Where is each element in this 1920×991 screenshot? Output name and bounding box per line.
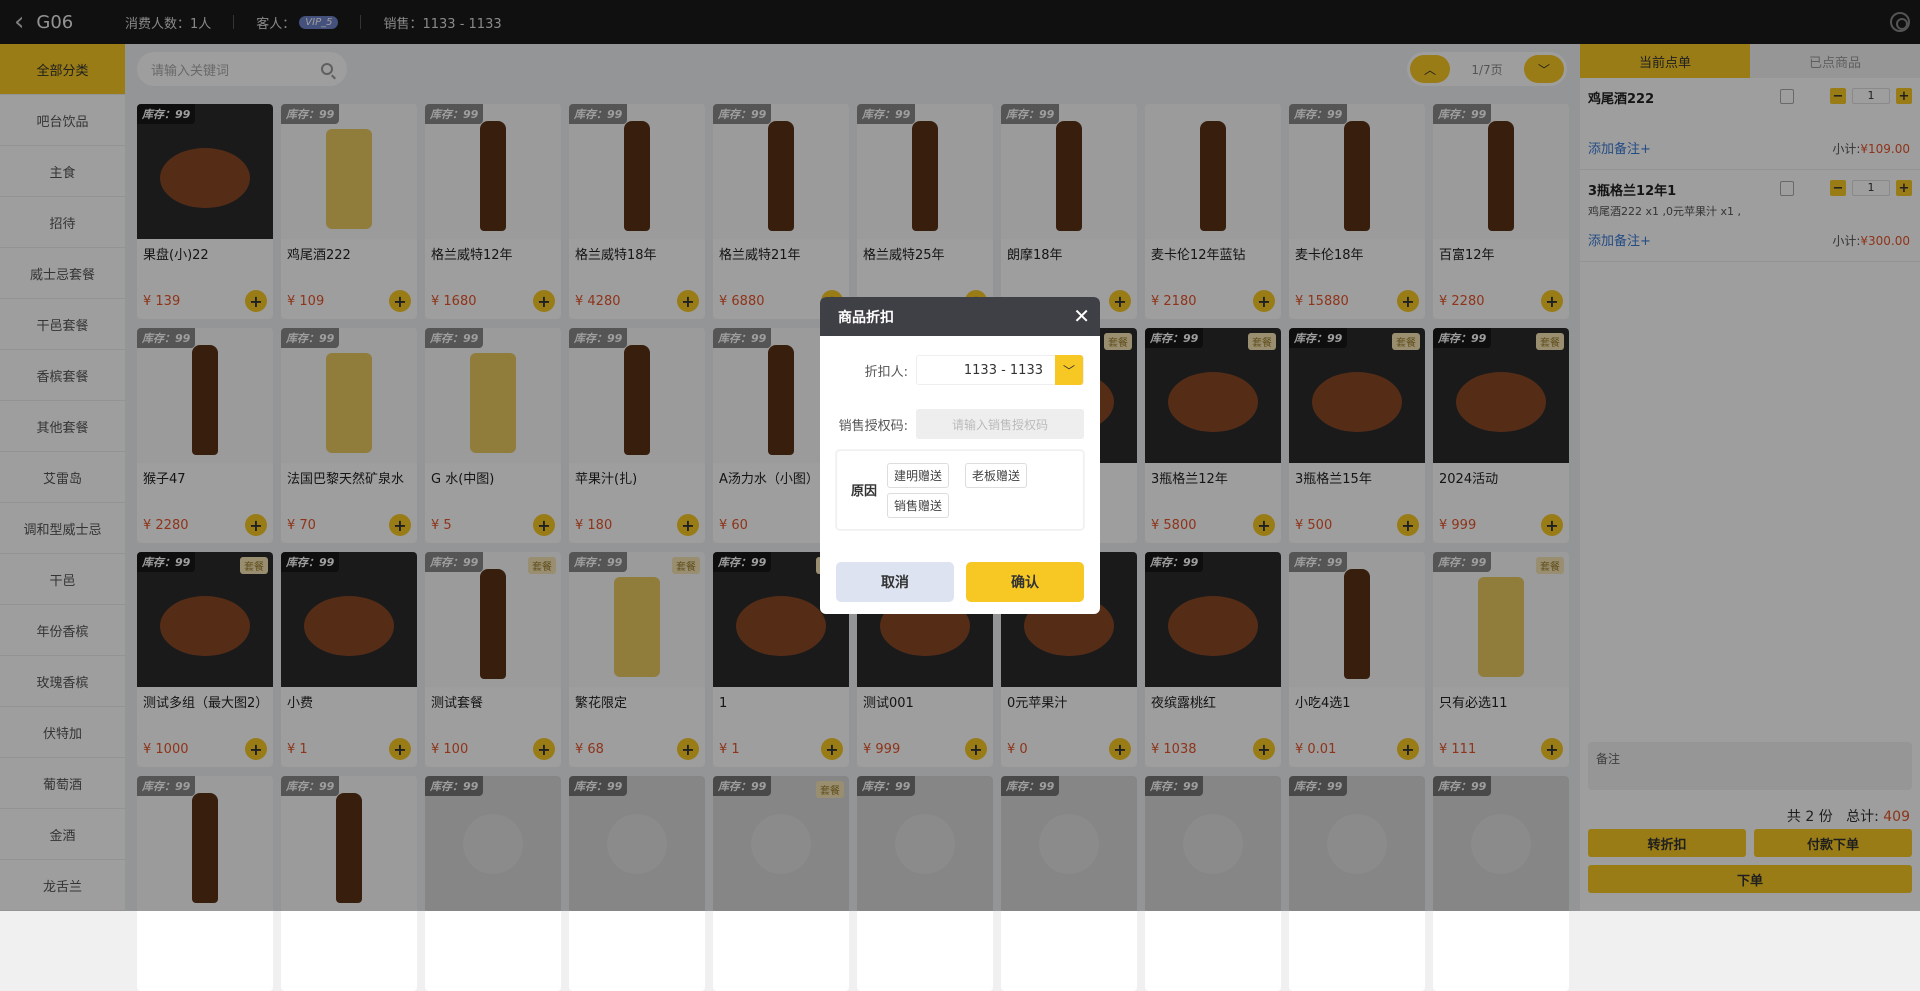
reason-label: 原因 xyxy=(851,484,878,499)
chevron-down-icon[interactable]: ﹀ xyxy=(1055,355,1083,385)
reason-tag[interactable]: 老板赠送 xyxy=(965,463,1028,488)
cancel-button[interactable]: 取消 xyxy=(836,562,954,602)
modal-title: 商品折扣 xyxy=(838,309,894,326)
discounter-select[interactable]: 1133 - 1133 ﹀ xyxy=(916,355,1084,385)
reason-box: 原因 建明赠送 老板赠送 销售赠送 xyxy=(836,450,1084,530)
discounter-label: 折扣人: xyxy=(864,364,908,380)
close-icon[interactable]: ✕ xyxy=(1073,304,1090,328)
discounter-value: 1133 - 1133 xyxy=(963,362,1043,378)
reason-tag[interactable]: 销售赠送 xyxy=(887,493,950,518)
auth-code-input[interactable]: 请输入销售授权码 xyxy=(916,409,1084,439)
confirm-button[interactable]: 确认 xyxy=(966,562,1084,602)
auth-code-label: 销售授权码: xyxy=(838,418,908,434)
reason-tag[interactable]: 建明赠送 xyxy=(887,463,950,488)
discount-modal: 商品折扣 ✕ 折扣人: 1133 - 1133 ﹀ 销售授权码: 请输入销售授权… xyxy=(820,297,1100,614)
